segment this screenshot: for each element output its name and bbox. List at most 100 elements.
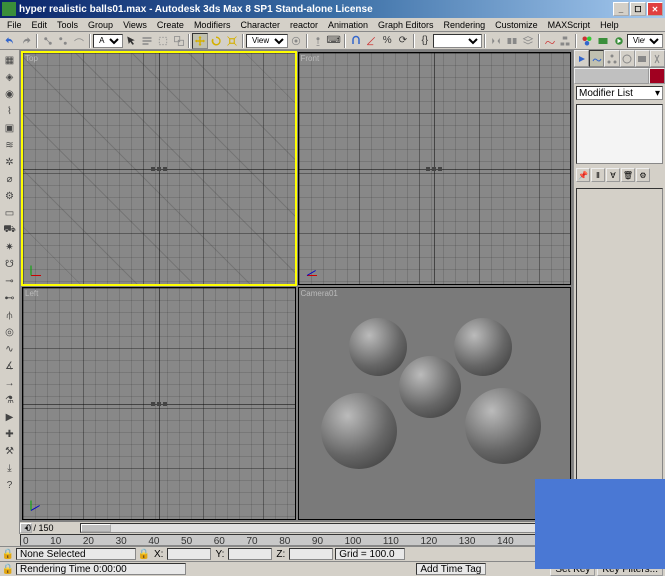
reactor-about-icon[interactable]: ? [2,477,18,493]
motion-tab[interactable] [620,50,635,67]
selection-lock-icon[interactable]: 🔒 [2,548,14,560]
layers-button[interactable] [520,33,536,49]
viewport-camera[interactable]: Camera01 [298,287,572,520]
angle-snap-button[interactable] [363,33,379,49]
z-field[interactable] [289,548,333,560]
utilities-tab[interactable] [650,50,665,67]
reactor-export-icon[interactable]: ⤓ [2,460,18,476]
menu-create[interactable]: Create [152,20,189,30]
reactor-defmesh-icon[interactable]: ▣ [2,120,18,136]
minimize-button[interactable]: _ [613,2,629,16]
reactor-ragdoll-icon[interactable]: ☋ [2,256,18,272]
display-tab[interactable] [635,50,650,67]
viewport-top[interactable]: Top [22,52,296,285]
spinner-snap-button[interactable]: ⟳ [395,33,411,49]
reactor-rope-icon[interactable]: ⌇ [2,103,18,119]
object-color-swatch[interactable] [574,68,649,84]
curve-editor-button[interactable] [542,33,558,49]
reactor-pointpath-icon[interactable]: ∿ [2,341,18,357]
reactor-plane-icon[interactable]: ▭ [2,205,18,221]
menu-maxscript[interactable]: MAXScript [543,20,596,30]
menu-grapheditors[interactable]: Graph Editors [373,20,439,30]
timeslider-track[interactable] [80,523,559,533]
selection-filter-dropdown[interactable]: All [93,34,123,48]
reactor-motor-icon[interactable]: ⚙ [2,188,18,204]
align-button[interactable] [504,33,520,49]
reactor-prismatic-icon[interactable]: ⫛ [2,307,18,323]
undo-button[interactable] [2,33,18,49]
create-tab[interactable] [574,50,589,67]
reactor-hinge-icon[interactable]: ⊸ [2,273,18,289]
configure-sets-button[interactable]: ⚙ [636,168,650,182]
menu-reactor[interactable]: reactor [285,20,323,30]
hierarchy-tab[interactable] [604,50,619,67]
select-rotate-button[interactable] [208,33,224,49]
modifier-list-dropdown[interactable]: Modifier List ▾ [576,86,663,100]
menu-customize[interactable]: Customize [490,20,543,30]
named-selset-dropdown[interactable] [433,34,482,48]
named-selset-button[interactable]: {} [417,33,433,49]
viewport-front[interactable]: Front [298,52,572,285]
reactor-wind-icon[interactable]: ✲ [2,154,18,170]
y-field[interactable] [228,548,272,560]
quick-render-button[interactable] [611,33,627,49]
render-scene-button[interactable] [595,33,611,49]
percent-snap-button[interactable]: % [379,33,395,49]
pivot-button[interactable] [288,33,304,49]
bind-spacewarp-button[interactable] [71,33,87,49]
x-field[interactable] [167,548,211,560]
prompt-lock-icon[interactable]: 🔒 [2,563,14,575]
reactor-utils-icon[interactable]: ⚒ [2,443,18,459]
window-crossing-button[interactable] [171,33,187,49]
reactor-angular-icon[interactable]: ∡ [2,358,18,374]
pin-stack-button[interactable]: 📌 [576,168,590,182]
show-end-result-button[interactable]: Ⅱ [591,168,605,182]
reactor-analyze-icon[interactable]: ⚗ [2,392,18,408]
material-editor-button[interactable] [579,33,595,49]
manipulate-button[interactable] [310,33,326,49]
schematic-view-button[interactable] [558,33,574,49]
reactor-pointpoint-icon[interactable]: ⊷ [2,290,18,306]
reactor-toycar-icon[interactable]: ⛟ [2,222,18,238]
maximize-button[interactable]: ☐ [630,2,646,16]
reactor-water-icon[interactable]: ≋ [2,137,18,153]
menu-help[interactable]: Help [595,20,624,30]
reactor-rigidbody-icon[interactable]: ▦ [2,52,18,68]
select-by-name-button[interactable] [139,33,155,49]
mirror-button[interactable] [488,33,504,49]
select-move-button[interactable] [192,33,208,49]
select-region-button[interactable] [155,33,171,49]
viewport-left[interactable]: Left [22,287,296,520]
select-object-button[interactable] [123,33,139,49]
remove-modifier-button[interactable]: 🗑 [621,168,635,182]
make-unique-button[interactable]: ∀ [606,168,620,182]
ref-coord-dropdown[interactable]: View [246,34,288,48]
reactor-fracture-icon[interactable]: ✷ [2,239,18,255]
timeslider-thumb[interactable] [81,524,111,532]
reactor-softbody-icon[interactable]: ◉ [2,86,18,102]
modifier-stack[interactable] [576,104,663,164]
close-button[interactable]: ✕ [647,2,663,16]
reactor-create-icon[interactable]: ✚ [2,426,18,442]
reactor-carwheel-icon[interactable]: ◎ [2,324,18,340]
redo-button[interactable] [18,33,34,49]
keyboard-shortcut-button[interactable]: ⌨ [326,33,342,49]
reactor-spring-icon[interactable]: ⌀ [2,171,18,187]
transform-lock-icon[interactable]: 🔒 [138,548,150,560]
menu-modifiers[interactable]: Modifiers [189,20,236,30]
unlink-button[interactable] [55,33,71,49]
modify-tab[interactable] [589,50,604,67]
select-scale-button[interactable] [224,33,240,49]
menu-group[interactable]: Group [83,20,118,30]
menu-edit[interactable]: Edit [27,20,53,30]
reactor-preview-icon[interactable]: ▶ [2,409,18,425]
menu-rendering[interactable]: Rendering [439,20,491,30]
menu-tools[interactable]: Tools [52,20,83,30]
color-picker-button[interactable] [649,68,665,84]
snap-toggle-button[interactable] [348,33,364,49]
menu-file[interactable]: File [2,20,27,30]
link-button[interactable] [40,33,56,49]
add-time-tag-button[interactable]: Add Time Tag [416,563,486,575]
menu-character[interactable]: Character [235,20,285,30]
reactor-linear-icon[interactable]: → [2,375,18,391]
